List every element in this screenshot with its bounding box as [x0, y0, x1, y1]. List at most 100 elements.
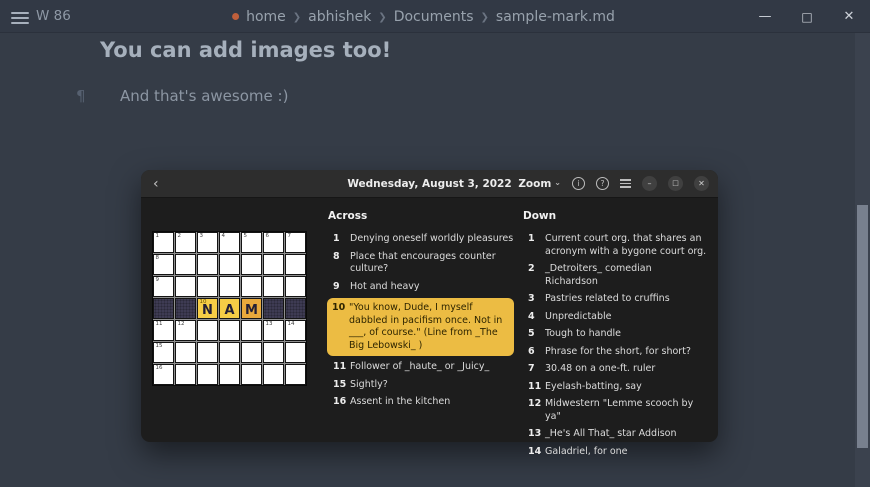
- grid-cell[interactable]: M: [241, 298, 262, 319]
- breadcrumb-item[interactable]: abhishek: [308, 9, 371, 25]
- breadcrumb-item[interactable]: Documents: [394, 9, 474, 25]
- grid-cell[interactable]: [175, 254, 196, 275]
- grid-cell[interactable]: [175, 342, 196, 363]
- clue-text: Eyelash-batting, say: [545, 381, 707, 394]
- grid-cell[interactable]: 13: [263, 320, 284, 341]
- paragraph-text[interactable]: And that's awesome :): [120, 87, 288, 105]
- grid-cell[interactable]: [219, 342, 240, 363]
- grid-cell[interactable]: [197, 364, 218, 385]
- crossword-minimize-button[interactable]: –: [642, 176, 657, 191]
- chevron-down-icon: ⌄: [554, 178, 561, 187]
- grid-cell[interactable]: 15: [153, 342, 174, 363]
- grid-cell[interactable]: [219, 254, 240, 275]
- grid-cell[interactable]: [285, 364, 306, 385]
- window-controls: — □ ✕: [756, 0, 858, 33]
- cell-number: 15: [156, 343, 163, 349]
- clue-item-highlighted[interactable]: 10"You know, Dude, I myself dabbled in p…: [327, 298, 514, 356]
- across-section: Across 1Denying oneself worldly pleasure…: [328, 210, 516, 414]
- info-icon[interactable]: i: [572, 177, 585, 190]
- cell-number: 4: [222, 233, 226, 239]
- grid-cell[interactable]: [175, 364, 196, 385]
- clue-item[interactable]: 9Hot and heavy: [328, 281, 516, 294]
- scrollbar-thumb[interactable]: [857, 205, 868, 448]
- crossword-maximize-button[interactable]: □: [668, 176, 683, 191]
- grid-cell[interactable]: [197, 254, 218, 275]
- breadcrumb-item[interactable]: sample-mark.md: [496, 9, 615, 25]
- grid-cell[interactable]: [263, 276, 284, 297]
- grid-cell[interactable]: [241, 276, 262, 297]
- clue-item[interactable]: 6Phrase for the short, for short?: [523, 346, 707, 359]
- grid-cell[interactable]: [219, 276, 240, 297]
- grid-cell[interactable]: [241, 342, 262, 363]
- clue-item[interactable]: 15Sightly?: [328, 379, 516, 392]
- clue-item[interactable]: 11Eyelash-batting, say: [523, 381, 707, 394]
- clue-item[interactable]: 16Assent in the kitchen: [328, 396, 516, 409]
- grid-cell[interactable]: 11: [153, 320, 174, 341]
- cell-letter: M: [245, 300, 258, 318]
- clue-item[interactable]: 730.48 on a one-ft. ruler: [523, 363, 707, 376]
- crossword-grid[interactable]: 12345678910NAM111213141516: [152, 231, 307, 386]
- grid-cell[interactable]: [175, 276, 196, 297]
- minimize-button[interactable]: —: [756, 10, 774, 23]
- scrollbar-track[interactable]: [855, 33, 870, 487]
- grid-cell[interactable]: [285, 276, 306, 297]
- crossword-close-button[interactable]: ✕: [694, 176, 709, 191]
- grid-cell-blocked: [153, 298, 174, 319]
- grid-cell[interactable]: [263, 342, 284, 363]
- clue-item[interactable]: 12Midwestern "Lemme scooch by ya": [523, 398, 707, 423]
- clue-text: _He's All That_ star Addison: [545, 428, 707, 441]
- clue-item[interactable]: 5Tough to handle: [523, 328, 707, 341]
- hamburger-menu-icon[interactable]: [11, 9, 29, 27]
- clue-item[interactable]: 1Denying oneself worldly pleasures: [328, 233, 516, 246]
- close-button[interactable]: ✕: [840, 10, 858, 23]
- grid-cell[interactable]: 14: [285, 320, 306, 341]
- clue-item[interactable]: 13_He's All That_ star Addison: [523, 428, 707, 441]
- grid-cell[interactable]: [285, 342, 306, 363]
- grid-cell[interactable]: [241, 320, 262, 341]
- paragraph-row[interactable]: ¶ And that's awesome :): [76, 87, 288, 105]
- clue-item[interactable]: 14Galadriel, for one: [523, 446, 707, 459]
- grid-cell[interactable]: 3: [197, 232, 218, 253]
- grid-cell[interactable]: 4: [219, 232, 240, 253]
- grid-cell[interactable]: [263, 254, 284, 275]
- breadcrumb-item[interactable]: home: [246, 9, 286, 25]
- grid-cell[interactable]: [241, 364, 262, 385]
- grid-cell[interactable]: 12: [175, 320, 196, 341]
- cell-letter: A: [224, 300, 234, 318]
- grid-cell[interactable]: 1: [153, 232, 174, 253]
- clue-number: 14: [523, 446, 545, 459]
- grid-cell[interactable]: [197, 276, 218, 297]
- grid-cell[interactable]: 9: [153, 276, 174, 297]
- clue-item[interactable]: 8Place that encourages counter culture?: [328, 251, 516, 276]
- grid-cell[interactable]: [197, 342, 218, 363]
- cell-number: 3: [200, 233, 204, 239]
- clue-number: 7: [523, 363, 545, 376]
- grid-cell[interactable]: A: [219, 298, 240, 319]
- grid-cell[interactable]: [263, 364, 284, 385]
- grid-cell[interactable]: 5: [241, 232, 262, 253]
- clue-number: 9: [328, 281, 350, 294]
- clue-item[interactable]: 11Follower of _haute_ or _Juicy_: [328, 361, 516, 374]
- zoom-dropdown[interactable]: Zoom ⌄: [518, 178, 561, 190]
- grid-cell[interactable]: 10N: [197, 298, 218, 319]
- clue-text: Unpredictable: [545, 311, 707, 324]
- clue-text: Sightly?: [350, 379, 516, 392]
- grid-cell[interactable]: 2: [175, 232, 196, 253]
- clue-item[interactable]: 1Current court org. that shares an acron…: [523, 233, 707, 258]
- grid-cell[interactable]: 16: [153, 364, 174, 385]
- clue-item[interactable]: 2_Detroiters_ comedian Richardson: [523, 263, 707, 288]
- grid-cell[interactable]: [219, 320, 240, 341]
- clue-item[interactable]: 3Pastries related to cruffins: [523, 293, 707, 306]
- menu-icon[interactable]: [620, 177, 631, 190]
- grid-cell[interactable]: [197, 320, 218, 341]
- grid-cell[interactable]: [219, 364, 240, 385]
- maximize-button[interactable]: □: [798, 11, 816, 23]
- grid-cell[interactable]: [241, 254, 262, 275]
- clue-item[interactable]: 4Unpredictable: [523, 311, 707, 324]
- help-icon[interactable]: ?: [596, 177, 609, 190]
- grid-cell[interactable]: 7: [285, 232, 306, 253]
- crossword-window: ‹ Wednesday, August 3, 2022 Zoom ⌄ i ? –…: [141, 170, 718, 442]
- grid-cell[interactable]: 6: [263, 232, 284, 253]
- grid-cell[interactable]: 8: [153, 254, 174, 275]
- grid-cell[interactable]: [285, 254, 306, 275]
